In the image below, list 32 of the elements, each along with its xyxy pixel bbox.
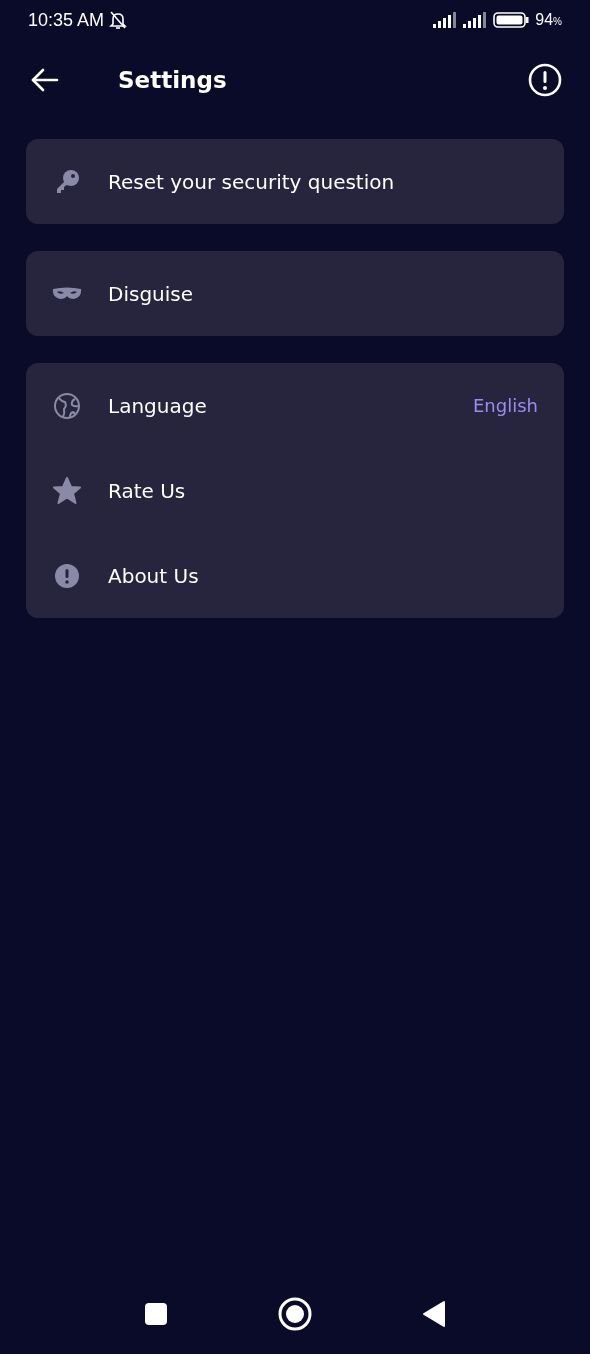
status-time: 10:35 AM xyxy=(28,9,105,31)
recents-button[interactable] xyxy=(144,1302,168,1326)
info-icon xyxy=(54,562,80,589)
square-icon xyxy=(144,1302,168,1326)
battery-percent: 94% xyxy=(535,11,562,29)
settings-item[interactable]: About Us xyxy=(26,533,564,618)
settings-item[interactable]: Language English xyxy=(26,363,564,448)
mask-icon xyxy=(52,286,82,301)
back-button[interactable] xyxy=(30,67,60,93)
item-label: Language xyxy=(108,393,208,418)
item-label: Reset your security question xyxy=(108,169,396,194)
item-label: About Us xyxy=(108,563,200,588)
back-nav-button[interactable] xyxy=(422,1300,446,1328)
triangle-icon xyxy=(422,1300,446,1328)
item-value: English xyxy=(473,395,538,416)
home-button[interactable] xyxy=(278,1297,312,1331)
settings-item[interactable]: Disguise xyxy=(26,251,564,336)
star-icon xyxy=(52,476,82,505)
home-icon xyxy=(278,1297,312,1331)
globe-icon xyxy=(53,391,81,420)
item-label: Disguise xyxy=(108,281,195,306)
settings-item[interactable]: Reset your security question xyxy=(26,139,564,224)
settings-item[interactable]: Rate Us xyxy=(26,448,564,533)
bell-off-icon xyxy=(108,10,129,30)
signal-icon xyxy=(463,12,488,28)
item-label: Rate Us xyxy=(108,478,187,503)
page-title: Settings xyxy=(118,67,228,93)
signal-icon xyxy=(433,12,458,28)
battery-icon xyxy=(493,12,530,28)
info-icon xyxy=(528,63,562,97)
back-arrow-icon xyxy=(30,67,60,93)
info-button[interactable] xyxy=(528,63,562,97)
